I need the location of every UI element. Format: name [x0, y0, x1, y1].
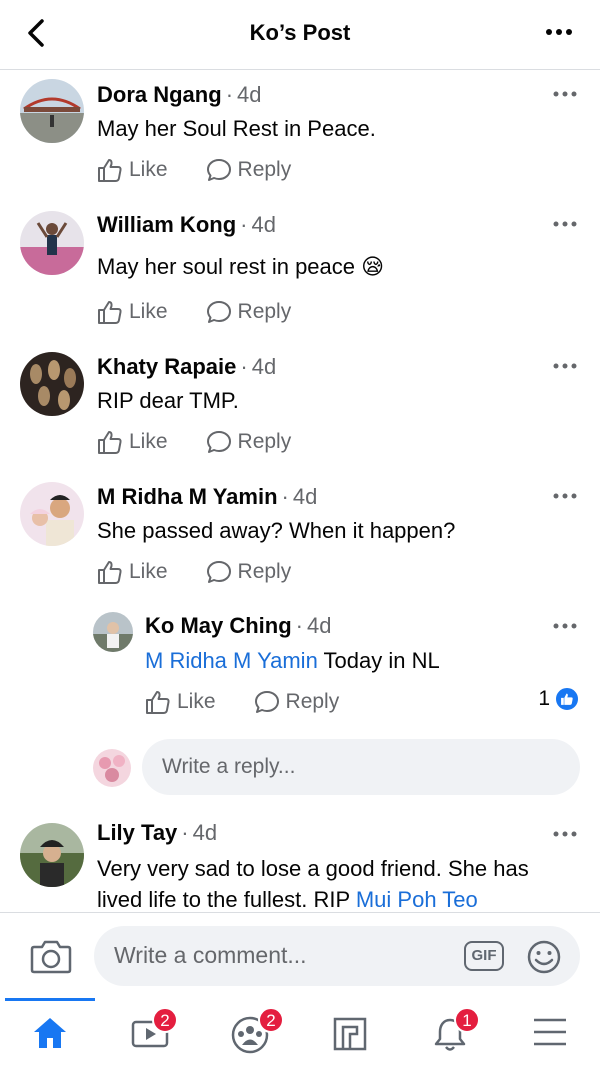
- gif-button[interactable]: GIF: [464, 941, 504, 971]
- comment-time[interactable]: 4d: [193, 820, 217, 845]
- speech-bubble-icon: [206, 431, 231, 453]
- like-button[interactable]: Like: [97, 429, 168, 455]
- tab-home[interactable]: [0, 998, 100, 1067]
- avatar[interactable]: [93, 612, 133, 652]
- more-options-icon[interactable]: [544, 22, 574, 42]
- comment-author[interactable]: Khaty Rapaie: [97, 354, 236, 379]
- tab-pages[interactable]: [300, 998, 400, 1067]
- thumbs-up-icon: [98, 561, 122, 584]
- menu-icon: [534, 1018, 566, 1046]
- reply-input[interactable]: Write a reply...: [142, 739, 580, 795]
- reply-button[interactable]: Reply: [206, 429, 291, 455]
- comment-time[interactable]: 4d: [251, 212, 275, 237]
- comment-author[interactable]: M Ridha M Yamin: [97, 484, 278, 509]
- comment-text: Very very sad to lose a good friend. She…: [97, 856, 529, 911]
- thumbs-up-icon: [146, 691, 170, 714]
- notification-badge: 2: [258, 1007, 284, 1033]
- thumbs-up-icon: [98, 159, 122, 182]
- reply-author[interactable]: Ko May Ching: [145, 613, 292, 638]
- speech-bubble-icon: [254, 691, 279, 713]
- reply-button[interactable]: Reply: [206, 299, 291, 325]
- camera-icon[interactable]: [30, 937, 72, 975]
- tab-watch[interactable]: 2: [100, 998, 200, 1067]
- current-user-avatar: [93, 749, 131, 787]
- comment-item: Lily Tay · 4d Very very sad to lose a good…: [0, 815, 600, 911]
- tab-menu[interactable]: [500, 998, 600, 1067]
- mention-link[interactable]: M Ridha M Yamin: [145, 648, 318, 673]
- like-reaction-icon: [554, 686, 580, 712]
- comment-text: She passed away? When it happen?: [97, 518, 456, 543]
- comment-time[interactable]: 4d: [293, 484, 317, 509]
- bottom-tab-bar: 2 2 1: [0, 998, 600, 1067]
- reply-button[interactable]: Reply: [206, 157, 291, 183]
- comment-more-icon[interactable]: [552, 89, 578, 99]
- avatar[interactable]: [20, 482, 84, 546]
- home-icon: [34, 1018, 66, 1048]
- sleepy-face-emoji: 😪: [361, 255, 385, 280]
- speech-bubble-icon: [206, 301, 231, 323]
- reply-text: M Ridha M Yamin Today in NL: [145, 648, 440, 673]
- reply-item: Ko May Ching · 4d M Ridha M Yamin Today in…: [0, 604, 600, 729]
- comment-text: May her Soul Rest in Peace.: [97, 116, 376, 141]
- like-button[interactable]: Like: [145, 689, 216, 715]
- notification-badge: 2: [152, 1007, 178, 1033]
- thumbs-up-icon: [98, 431, 122, 454]
- reply-button[interactable]: Reply: [254, 689, 339, 715]
- top-bar: Ko’s Post: [0, 0, 600, 70]
- comment-time[interactable]: 4d: [252, 354, 276, 379]
- comment-time[interactable]: 4d: [237, 82, 261, 107]
- comment-more-icon[interactable]: [552, 829, 578, 839]
- comment-text: RIP dear TMP.: [97, 388, 239, 413]
- reply-time[interactable]: 4d: [307, 613, 331, 638]
- thumbs-up-icon: [98, 301, 122, 324]
- like-button[interactable]: Like: [97, 299, 168, 325]
- comment-more-icon[interactable]: [552, 491, 578, 501]
- comment-item: Dora Ngang · 4d May her Soul Rest in Peace…: [0, 71, 600, 196]
- avatar[interactable]: [20, 352, 84, 416]
- page-title: Ko’s Post: [249, 20, 351, 45]
- comment-author[interactable]: William Kong: [97, 212, 236, 237]
- comment-item: Khaty Rapaie · 4d RIP dear TMP. Like Reply: [0, 344, 600, 469]
- like-button[interactable]: Like: [97, 157, 168, 183]
- avatar[interactable]: [20, 211, 84, 275]
- reply-button[interactable]: Reply: [206, 559, 291, 585]
- comment-text: May her soul rest in peace 😪: [97, 254, 385, 280]
- comment-author[interactable]: Dora Ngang: [97, 82, 222, 107]
- mention-link[interactable]: Mui Poh Teo: [356, 887, 478, 911]
- speech-bubble-icon: [206, 561, 231, 583]
- comment-item: William Kong · 4d May her soul rest in pea…: [0, 201, 600, 341]
- reply-more-icon[interactable]: [552, 621, 578, 631]
- tab-groups[interactable]: 2: [200, 998, 300, 1067]
- comment-item: M Ridha M Yamin · 4d She passed away? When…: [0, 474, 600, 599]
- comment-more-icon[interactable]: [552, 361, 578, 371]
- pages-icon: [333, 1017, 367, 1051]
- notification-badge: 1: [454, 1007, 480, 1033]
- comment-input[interactable]: Write a comment... GIF: [94, 926, 580, 986]
- avatar[interactable]: [20, 823, 84, 887]
- comment-author[interactable]: Lily Tay: [97, 820, 177, 845]
- avatar[interactable]: [20, 79, 84, 143]
- comment-composer: Write a comment... GIF: [0, 912, 600, 998]
- speech-bubble-icon: [206, 159, 231, 181]
- like-button[interactable]: Like: [97, 559, 168, 585]
- emoji-icon[interactable]: [526, 939, 562, 975]
- comment-more-icon[interactable]: [552, 219, 578, 229]
- reaction-count[interactable]: 1: [538, 686, 580, 712]
- comments-list: Dora Ngang · 4d May her Soul Rest in Peace…: [0, 71, 600, 911]
- tab-notifications[interactable]: 1: [400, 998, 500, 1067]
